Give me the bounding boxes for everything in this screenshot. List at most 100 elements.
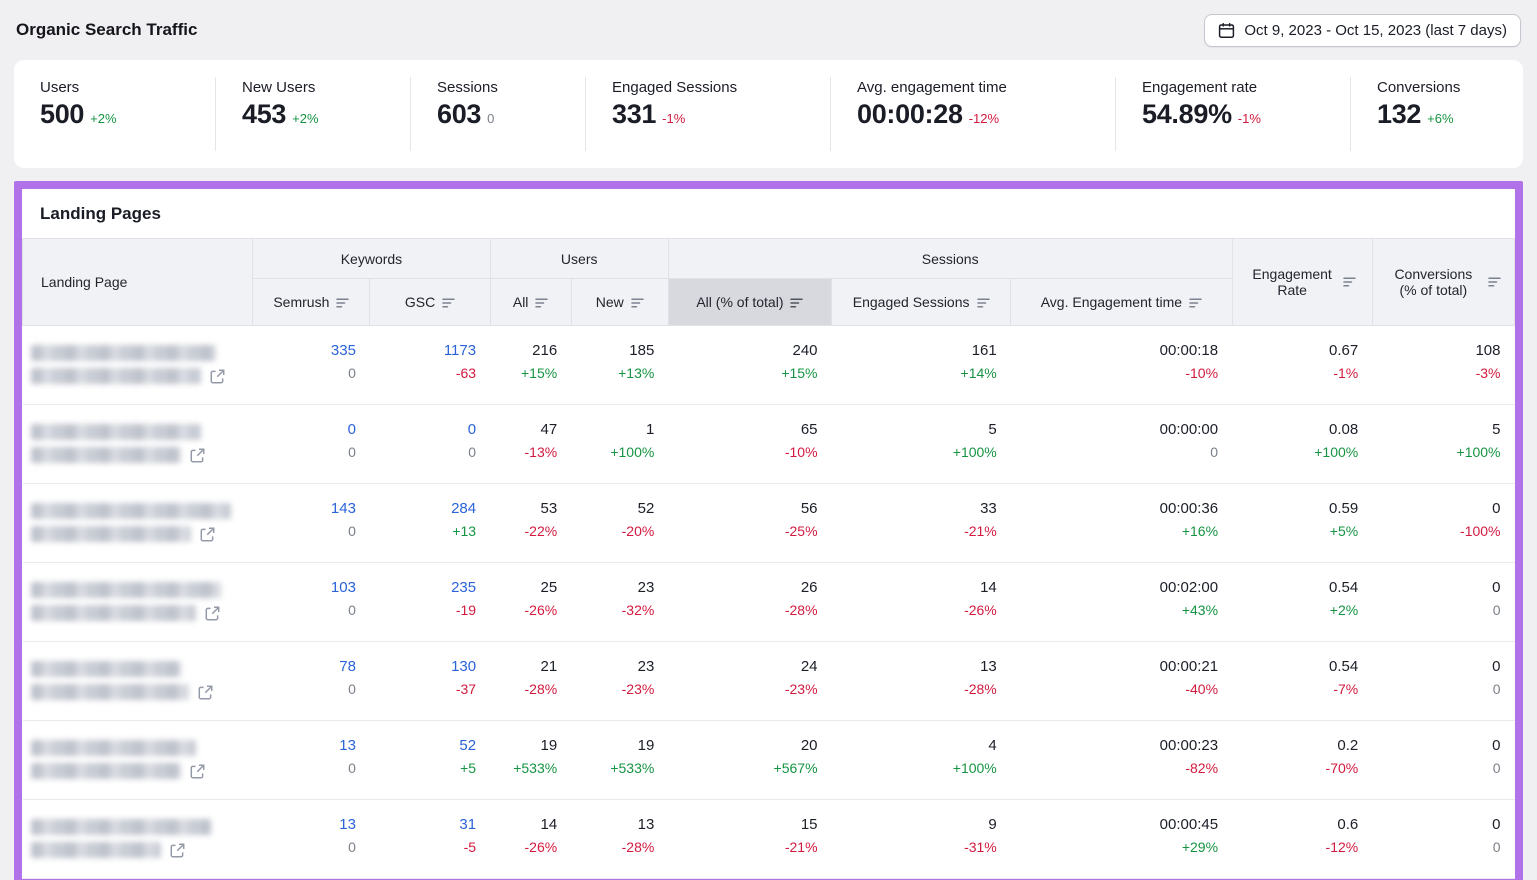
sessions-all-delta: -28%	[668, 602, 817, 618]
engaged-sessions-delta: +100%	[832, 444, 997, 460]
users-new-value: 23	[571, 658, 654, 675]
users-all-delta: -26%	[490, 839, 557, 855]
sort-icon	[535, 297, 548, 309]
semrush-value[interactable]: 335	[253, 342, 356, 359]
external-link-icon[interactable]	[190, 448, 205, 463]
cell-users-all: 19+533%	[490, 721, 571, 800]
gsc-value[interactable]: 0	[370, 421, 476, 438]
col-header-gsc[interactable]: GSC	[370, 279, 490, 326]
gsc-value[interactable]: 52	[370, 737, 476, 754]
blurred-landing-page-text	[31, 605, 196, 621]
avg-engagement-time-delta: -82%	[1011, 760, 1218, 776]
metric-conversions: Conversions 132+6%	[1350, 77, 1523, 151]
blurred-landing-page-text	[31, 763, 181, 779]
blurred-landing-page-text	[31, 345, 216, 361]
sort-icon	[336, 297, 349, 309]
blurred-landing-page-text	[31, 503, 231, 519]
external-link-icon[interactable]	[170, 843, 185, 858]
cell-gsc: 1173-63	[370, 326, 490, 405]
cell-users-new: 52-20%	[571, 484, 668, 563]
col-header-conversions[interactable]: Conversions (% of total)	[1372, 239, 1514, 326]
external-link-icon[interactable]	[200, 527, 215, 542]
col-header-users-all[interactable]: All	[490, 279, 571, 326]
col-header-engaged-sessions[interactable]: Engaged Sessions	[832, 279, 1011, 326]
users-new-value: 1	[571, 421, 654, 438]
external-link-icon[interactable]	[198, 685, 213, 700]
cell-semrush: 3350	[253, 326, 370, 405]
table-body: 33501173-63216+15%185+13%240+15%161+14%0…	[23, 326, 1515, 879]
col-header-avg-engagement-time[interactable]: Avg. Engagement time	[1011, 279, 1232, 326]
blurred-landing-page-text	[31, 740, 196, 756]
gsc-value[interactable]: 284	[370, 500, 476, 517]
semrush-value[interactable]: 78	[253, 658, 356, 675]
conversions-delta: +100%	[1372, 444, 1500, 460]
cell-semrush: 00	[253, 405, 370, 484]
sessions-all-value: 24	[668, 658, 817, 675]
sessions-all-value: 240	[668, 342, 817, 359]
users-all-value: 25	[490, 579, 557, 596]
cell-engagement-rate: 0.54-7%	[1232, 642, 1372, 721]
cell-users-new: 23-23%	[571, 642, 668, 721]
sort-icon	[1189, 297, 1202, 309]
conversions-delta: -100%	[1372, 523, 1500, 539]
metric-new-users: New Users 453+2%	[215, 77, 410, 151]
semrush-value[interactable]: 0	[253, 421, 356, 438]
engaged-sessions-value: 4	[832, 737, 997, 754]
users-new-value: 19	[571, 737, 654, 754]
date-range-button[interactable]: Oct 9, 2023 - Oct 15, 2023 (last 7 days)	[1204, 14, 1521, 47]
cell-conversions: 00	[1372, 721, 1514, 800]
cell-gsc: 31-5	[370, 800, 490, 879]
external-link-icon[interactable]	[205, 606, 220, 621]
col-group-users: Users	[490, 239, 668, 279]
metric-delta: +2%	[292, 111, 318, 126]
users-all-delta: -22%	[490, 523, 557, 539]
gsc-value[interactable]: 31	[370, 816, 476, 833]
semrush-delta: 0	[253, 839, 356, 855]
cell-users-new: 185+13%	[571, 326, 668, 405]
metric-engaged-sessions: Engaged Sessions 331-1%	[585, 77, 830, 151]
sessions-all-value: 15	[668, 816, 817, 833]
col-header-label: New	[596, 294, 624, 310]
external-link-icon[interactable]	[190, 764, 205, 779]
engaged-sessions-value: 33	[832, 500, 997, 517]
external-link-icon[interactable]	[210, 369, 225, 384]
conversions-delta: 0	[1372, 602, 1500, 618]
users-all-delta: -13%	[490, 444, 557, 460]
semrush-value[interactable]: 13	[253, 816, 356, 833]
engagement-rate-value: 0.08	[1232, 421, 1358, 438]
sessions-all-delta: -10%	[668, 444, 817, 460]
cell-conversions: 00	[1372, 642, 1514, 721]
col-header-semrush[interactable]: Semrush	[253, 279, 370, 326]
cell-engagement-rate: 0.59+5%	[1232, 484, 1372, 563]
col-header-label: Semrush	[273, 294, 329, 310]
landing-pages-table: Landing Page Keywords Users Sessions Eng…	[22, 238, 1515, 879]
landing-page-cell	[23, 563, 253, 642]
semrush-delta: 0	[253, 602, 356, 618]
semrush-value[interactable]: 103	[253, 579, 356, 596]
col-header-sessions-all[interactable]: All (% of total)	[668, 279, 831, 326]
engaged-sessions-delta: +100%	[832, 760, 997, 776]
users-all-value: 53	[490, 500, 557, 517]
semrush-value[interactable]: 143	[253, 500, 356, 517]
gsc-value[interactable]: 1173	[370, 342, 476, 359]
col-header-engagement-rate[interactable]: Engagement Rate	[1232, 239, 1372, 326]
gsc-value[interactable]: 130	[370, 658, 476, 675]
engagement-rate-delta: +100%	[1232, 444, 1358, 460]
users-new-value: 13	[571, 816, 654, 833]
cell-engagement-rate: 0.2-70%	[1232, 721, 1372, 800]
users-new-delta: +533%	[571, 760, 654, 776]
gsc-delta: +5	[370, 760, 476, 776]
cell-engaged-sessions: 14-26%	[832, 563, 1011, 642]
avg-engagement-time-value: 00:00:18	[1011, 342, 1218, 359]
col-header-users-new[interactable]: New	[571, 279, 668, 326]
gsc-value[interactable]: 235	[370, 579, 476, 596]
avg-engagement-time-delta: -40%	[1011, 681, 1218, 697]
blurred-landing-page-text	[31, 684, 189, 700]
sort-icon	[1488, 276, 1501, 288]
engaged-sessions-value: 161	[832, 342, 997, 359]
cell-conversions: 00	[1372, 800, 1514, 879]
cell-semrush: 780	[253, 642, 370, 721]
semrush-delta: 0	[253, 523, 356, 539]
engagement-rate-value: 0.2	[1232, 737, 1358, 754]
semrush-value[interactable]: 13	[253, 737, 356, 754]
